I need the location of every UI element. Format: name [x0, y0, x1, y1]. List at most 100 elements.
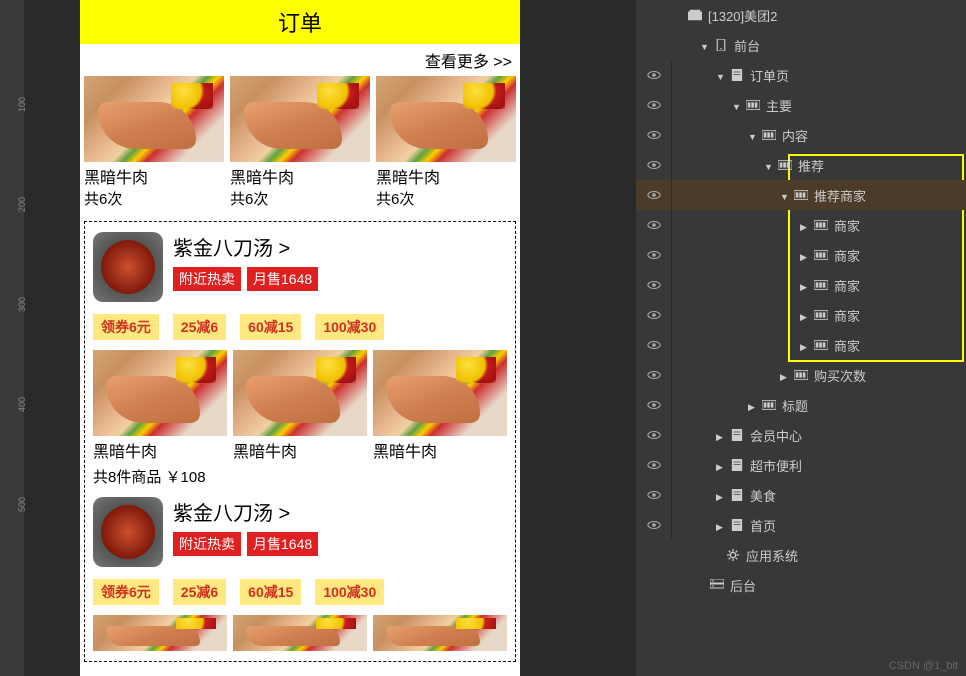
visibility-icon[interactable]	[647, 130, 661, 140]
food-item[interactable]	[373, 615, 507, 651]
caret-icon[interactable]	[800, 278, 810, 293]
order-summary: 共8件商品 ￥108	[93, 462, 507, 491]
visibility-icon[interactable]	[647, 100, 661, 110]
visibility-icon[interactable]	[647, 280, 661, 290]
food-name: 黑暗牛肉	[230, 164, 370, 188]
tree-label: 前台	[734, 36, 760, 55]
tree-node-frontend[interactable]: 前台	[636, 30, 966, 60]
panel-icon	[794, 189, 808, 201]
caret-icon[interactable]	[716, 458, 726, 473]
page-title-bar: 订单	[80, 0, 520, 44]
tree-label: 商家	[834, 336, 860, 355]
tree-label: 标题	[782, 396, 808, 415]
food-image	[93, 350, 227, 436]
tree-node-merchant[interactable]: 商家	[636, 300, 966, 330]
tree-node-merchant[interactable]: 商家	[636, 270, 966, 300]
food-image	[233, 615, 367, 651]
food-item[interactable]: 黑暗牛肉	[233, 350, 367, 462]
tree-node-app-system[interactable]: 应用系统	[636, 540, 966, 570]
merchant-card[interactable]: 紫金八刀汤 > 附近热卖 月售1648 领券6元 25减6 60减15 100减…	[84, 221, 516, 662]
visibility-icon[interactable]	[647, 340, 661, 350]
tree-label: 后台	[730, 576, 756, 595]
visibility-icon[interactable]	[647, 490, 661, 500]
tree-node-home[interactable]: 首页	[636, 510, 966, 540]
visibility-icon[interactable]	[647, 160, 661, 170]
caret-icon[interactable]	[716, 68, 726, 83]
visibility-icon[interactable]	[647, 190, 661, 200]
caret-icon[interactable]	[716, 428, 726, 443]
tree-node-food[interactable]: 美食	[636, 480, 966, 510]
caret-icon[interactable]	[780, 188, 790, 203]
tree-node-merchant[interactable]: 商家	[636, 210, 966, 240]
food-image	[373, 615, 507, 651]
phone-preview[interactable]: 订单 查看更多 >> 黑暗牛肉 共6次 黑暗牛肉 共6次 黑暗牛肉 共	[80, 0, 520, 676]
food-image	[233, 350, 367, 436]
tree-node-recommend-merchant[interactable]: 推荐商家	[636, 180, 966, 210]
visibility-icon[interactable]	[647, 430, 661, 440]
caret-icon[interactable]	[800, 308, 810, 323]
caret-icon[interactable]	[716, 518, 726, 533]
tree-node-merchant[interactable]: 商家	[636, 240, 966, 270]
food-item[interactable]: 黑暗牛肉 共6次	[376, 76, 516, 209]
merchant-title[interactable]: 紫金八刀汤 >	[173, 497, 318, 526]
tree-node-recommend[interactable]: 推荐	[636, 150, 966, 180]
food-name: 黑暗牛肉	[373, 438, 507, 462]
food-name: 黑暗牛肉	[233, 438, 367, 462]
food-image	[376, 76, 516, 162]
layer-tree-panel[interactable]: [1320]美团2 前台 订单页	[636, 0, 966, 676]
view-more-link[interactable]: 查看更多 >>	[80, 44, 520, 76]
merchant-title[interactable]: 紫金八刀汤 >	[173, 232, 318, 261]
tree-node-backend[interactable]: 后台	[636, 570, 966, 600]
food-item[interactable]	[93, 615, 227, 651]
gear-icon	[726, 549, 740, 561]
panel-icon	[778, 159, 792, 171]
caret-icon[interactable]	[800, 218, 810, 233]
tree-node-supermarket[interactable]: 超市便利	[636, 450, 966, 480]
tree-node-order-page[interactable]: 订单页	[636, 60, 966, 90]
visibility-icon[interactable]	[647, 310, 661, 320]
promo-tag: 60减15	[240, 579, 301, 605]
tree-label: 应用系统	[746, 546, 798, 565]
tree-node-main[interactable]: 主要	[636, 90, 966, 120]
panel-icon	[814, 219, 828, 231]
visibility-icon[interactable]	[647, 220, 661, 230]
caret-icon[interactable]	[800, 338, 810, 353]
food-item[interactable]	[233, 615, 367, 651]
page-icon	[730, 69, 744, 81]
tree-node-purchase-count[interactable]: 购买次数	[636, 360, 966, 390]
food-item[interactable]: 黑暗牛肉	[93, 350, 227, 462]
project-icon	[688, 9, 702, 21]
visibility-icon[interactable]	[647, 460, 661, 470]
visibility-icon[interactable]	[647, 370, 661, 380]
food-item[interactable]: 黑暗牛肉	[373, 350, 507, 462]
tree-label: 商家	[834, 246, 860, 265]
mid-gutter	[610, 0, 636, 676]
caret-icon[interactable]	[732, 98, 742, 113]
caret-icon[interactable]	[748, 128, 758, 143]
tree-node-title[interactable]: 标题	[636, 390, 966, 420]
visibility-icon[interactable]	[647, 70, 661, 80]
caret-icon[interactable]	[800, 248, 810, 263]
visibility-icon[interactable]	[647, 250, 661, 260]
food-item[interactable]: 黑暗牛肉 共6次	[230, 76, 370, 209]
tree-label: 美食	[750, 486, 776, 505]
caret-icon[interactable]	[780, 368, 790, 383]
tree-node-merchant[interactable]: 商家	[636, 330, 966, 360]
tree-node-member-center[interactable]: 会员中心	[636, 420, 966, 450]
page-icon	[730, 459, 744, 471]
tree-node-content[interactable]: 内容	[636, 120, 966, 150]
caret-icon[interactable]	[700, 38, 710, 53]
merchant-image	[93, 497, 163, 567]
caret-icon[interactable]	[764, 158, 774, 173]
visibility-icon[interactable]	[647, 520, 661, 530]
tree-node-root[interactable]: [1320]美团2	[636, 0, 966, 30]
visibility-icon[interactable]	[647, 400, 661, 410]
ruler-tick: 500	[17, 497, 27, 512]
caret-icon[interactable]	[748, 398, 758, 413]
tree-label: 推荐	[798, 156, 824, 175]
food-item[interactable]: 黑暗牛肉 共6次	[84, 76, 224, 209]
tree-label: 订单页	[750, 66, 789, 85]
page-icon	[730, 489, 744, 501]
caret-icon[interactable]	[716, 488, 726, 503]
badge-hot: 附近热卖	[173, 532, 241, 556]
